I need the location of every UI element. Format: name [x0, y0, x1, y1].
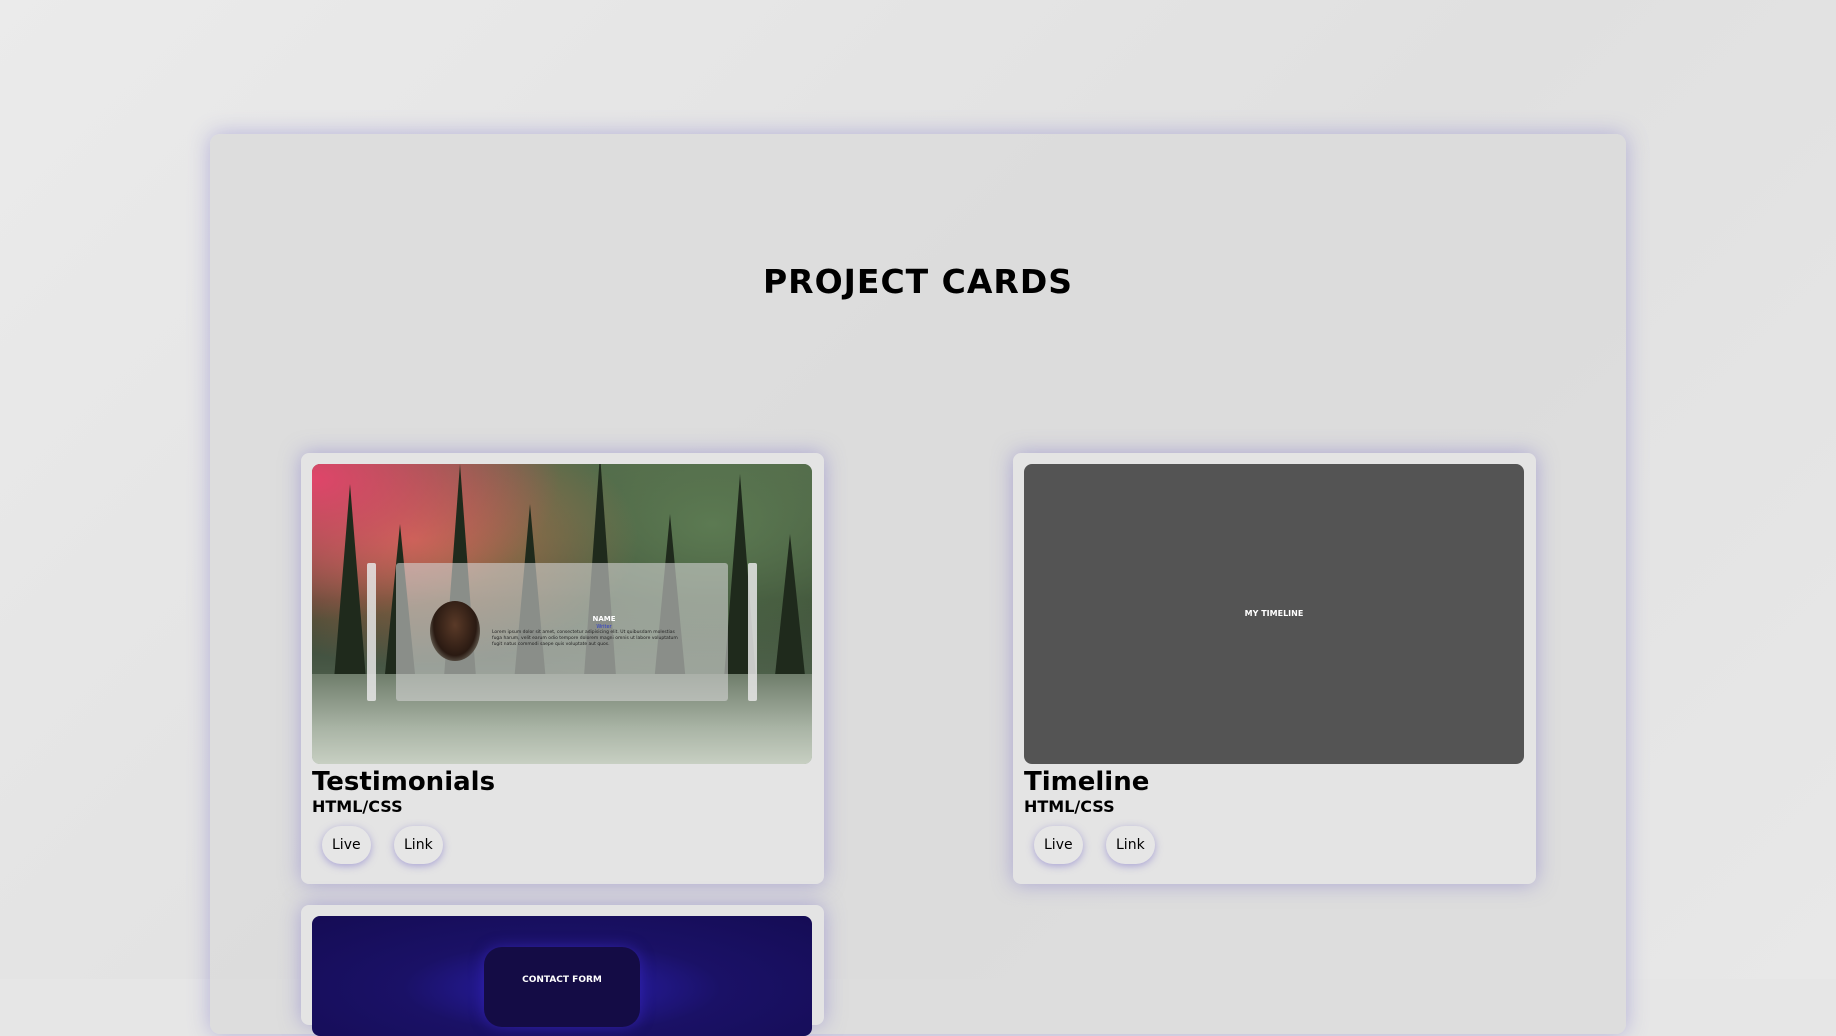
slider-prev-bar — [367, 563, 376, 701]
testimonial-name: NAME — [592, 615, 616, 623]
testimonial-text: Lorem ipsum dolor sit amet, consectetur … — [492, 630, 678, 647]
card-title: Timeline — [1024, 767, 1150, 797]
slider-next-bar — [748, 563, 757, 701]
card-subtitle: HTML/CSS — [312, 797, 403, 816]
project-thumbnail[interactable]: NAME Writer Lorem ipsum dolor sit amet, … — [312, 464, 812, 764]
timeline-preview-label: MY TIMELINE — [1244, 609, 1304, 618]
avatar — [430, 601, 480, 661]
tree-shape — [332, 484, 368, 704]
project-thumbnail[interactable]: MY TIMELINE — [1024, 464, 1524, 764]
project-thumbnail[interactable]: CONTACT FORM — [312, 916, 812, 1036]
page-title: PROJECT CARDS — [762, 262, 1074, 301]
contact-form-box — [484, 947, 640, 1027]
contact-form-label: CONTACT FORM — [522, 975, 602, 985]
live-button[interactable]: Live — [1034, 826, 1083, 864]
card-title: Testimonials — [312, 767, 496, 797]
link-button[interactable]: Link — [394, 826, 443, 864]
live-button[interactable]: Live — [322, 826, 371, 864]
project-card-testimonials: NAME Writer Lorem ipsum dolor sit amet, … — [301, 453, 824, 884]
project-card-timeline: MY TIMELINE Timeline HTML/CSS Live Link — [1013, 453, 1536, 884]
testimonial-preview-card: NAME Writer Lorem ipsum dolor sit amet, … — [396, 563, 728, 701]
card-subtitle: HTML/CSS — [1024, 797, 1115, 816]
link-button[interactable]: Link — [1106, 826, 1155, 864]
project-card-contact-form: CONTACT FORM — [301, 905, 824, 1036]
